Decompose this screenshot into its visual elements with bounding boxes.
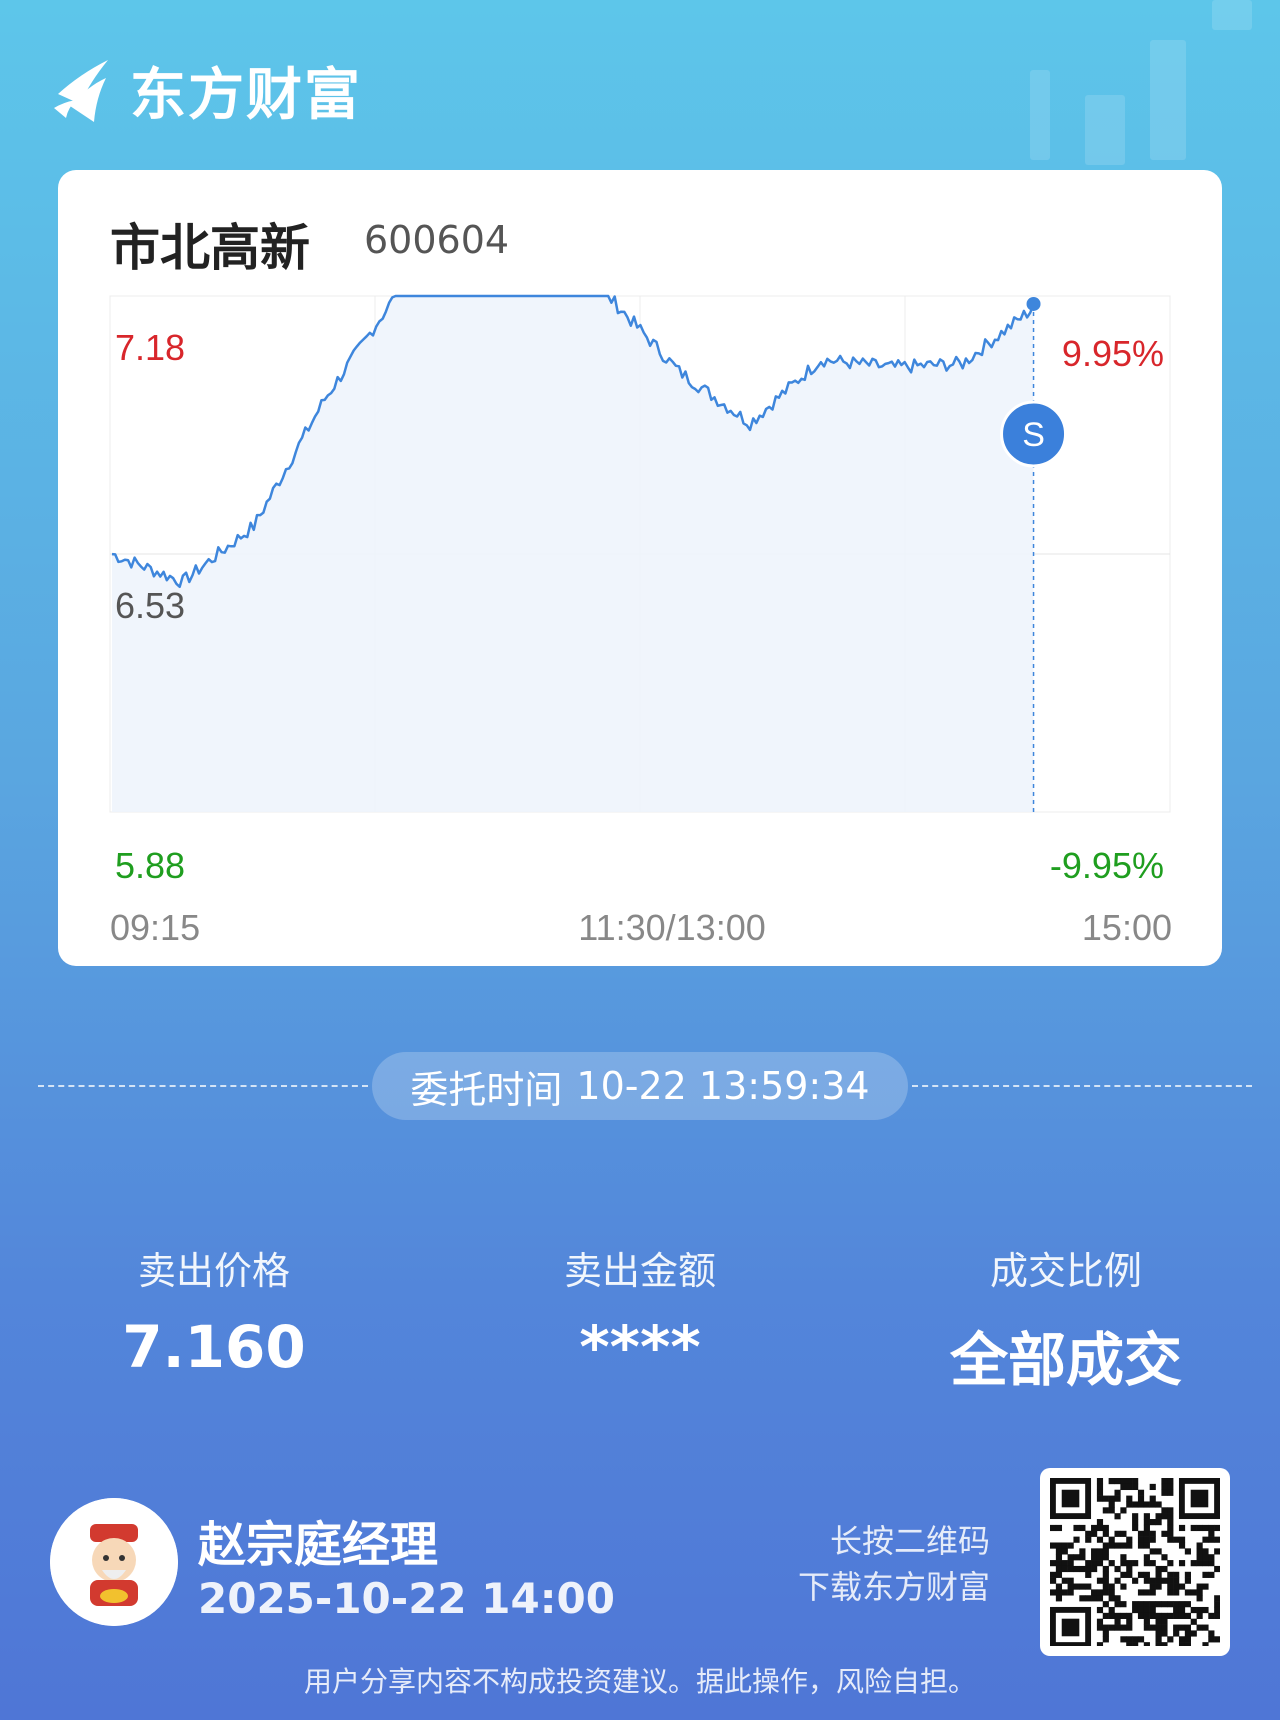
stat-value: 全部成交	[949, 1326, 1182, 1394]
background-decoration	[1150, 40, 1186, 160]
stat-label: 卖出金额	[563, 1249, 716, 1293]
price-area	[112, 296, 1034, 812]
time-label-end: 15:00	[1082, 907, 1172, 948]
brand-logo-icon	[54, 59, 108, 122]
background-decoration	[1030, 70, 1050, 160]
price-min-label: 5.88	[115, 845, 185, 886]
avatar-icon	[50, 1498, 178, 1626]
stat-sell-amount: 卖出金额 ****	[470, 1240, 810, 1381]
divider-right	[912, 1085, 1252, 1087]
stat-label: 成交比例	[989, 1249, 1142, 1293]
stat-sell-price: 卖出价格 7.160	[44, 1240, 384, 1381]
marker-point	[1026, 296, 1041, 311]
stat-label: 卖出价格	[137, 1249, 290, 1293]
stat-value: 7.160	[122, 1313, 306, 1381]
time-label-start: 09:15	[110, 907, 200, 948]
time-label-mid: 11:30/13:00	[578, 907, 766, 948]
brand-name: 东方财富	[130, 63, 362, 128]
price-mid-label: 6.53	[115, 585, 185, 626]
qr-hint-line2: 下载东方财富	[797, 1568, 990, 1606]
order-time-pill: 委托时间 10-22 13:59:34	[372, 1052, 908, 1120]
disclaimer: 用户分享内容不构成投资建议。据此操作，风险自担。	[303, 1665, 976, 1698]
qr-hint: 长按二维码 下载东方财富	[798, 1518, 990, 1610]
stat-fill-ratio: 成交比例 全部成交	[896, 1240, 1236, 1397]
brand-logo: 东方财富	[50, 50, 362, 131]
stock-card: 市北高新 600604 S 7.18 6.53 5.88 9.95% -9.95…	[58, 170, 1222, 966]
order-time-label: 委托时间	[410, 1067, 563, 1112]
manager-name: 赵宗庭经理	[198, 1517, 439, 1573]
order-time-value: 10-22 13:59:34	[576, 1064, 870, 1108]
avatar[interactable]	[50, 1498, 178, 1626]
share-time: 2025-10-22 14:00	[198, 1574, 615, 1623]
divider-left	[38, 1085, 368, 1087]
qr-code-icon	[1050, 1478, 1221, 1649]
background-decoration	[1212, 0, 1252, 30]
pct-min-label: -9.95%	[1050, 845, 1164, 886]
pct-max-label: 9.95%	[1062, 333, 1164, 374]
qr-hint-line1: 长按二维码	[829, 1522, 990, 1560]
background-decoration	[1085, 95, 1125, 165]
intraday-chart: S 7.18 6.53 5.88 9.95% -9.95% 09:15 11:3…	[109, 294, 1172, 948]
sell-marker-label: S	[1022, 416, 1045, 454]
stat-value: ****	[579, 1313, 701, 1381]
qr-code[interactable]	[1040, 1468, 1230, 1656]
price-max-label: 7.18	[115, 327, 185, 368]
